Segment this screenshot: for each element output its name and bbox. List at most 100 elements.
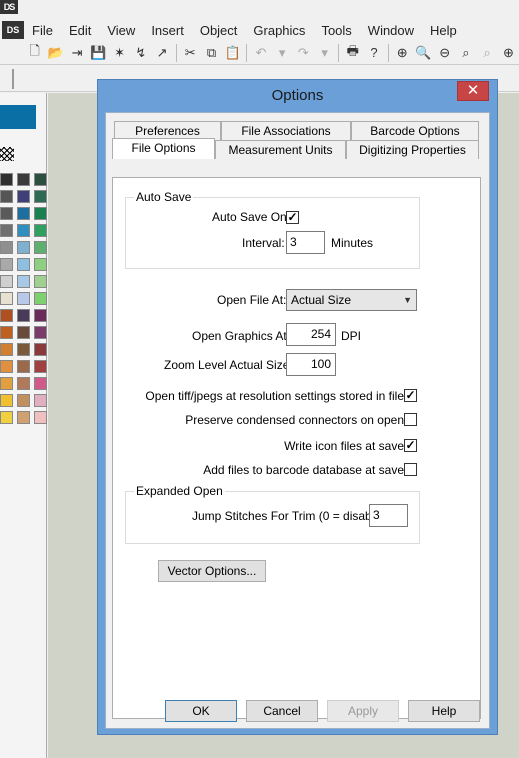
paste-icon[interactable]: 📋 (222, 43, 243, 63)
interval-input[interactable]: 3 (286, 231, 325, 254)
color-swatch[interactable] (17, 190, 30, 203)
pattern-icon[interactable] (0, 147, 14, 161)
color-swatch[interactable] (17, 224, 30, 237)
zoom-in-icon[interactable]: ⊕ (392, 43, 413, 63)
zoom-previous-icon[interactable]: ⌕ (477, 43, 498, 63)
color-swatch[interactable] (34, 343, 47, 356)
apply-button[interactable]: Apply (327, 700, 399, 722)
color-swatch[interactable] (34, 241, 47, 254)
open-tiff-resolution-checkbox[interactable]: ✓ (404, 389, 417, 402)
preserve-connectors-checkbox[interactable] (404, 413, 417, 426)
zoom-fit-icon[interactable]: ⌕ (455, 43, 476, 63)
tab-file-associations[interactable]: File Associations (221, 121, 351, 140)
jump-stitches-input[interactable]: 3 (369, 504, 408, 527)
color-swatch[interactable] (17, 275, 30, 288)
current-color-bar[interactable] (0, 105, 36, 129)
menu-window[interactable]: Window (360, 23, 422, 38)
tab-file-options[interactable]: File Options (112, 138, 215, 159)
help-icon[interactable]: ? (363, 43, 384, 63)
close-button[interactable]: ✕ (457, 81, 489, 101)
color-swatch[interactable] (17, 292, 30, 305)
color-swatch[interactable] (17, 173, 30, 186)
color-swatch[interactable] (0, 394, 13, 407)
color-swatch[interactable] (0, 411, 13, 424)
new-file-icon[interactable]: 🗋 (24, 43, 45, 63)
color-swatch[interactable] (0, 326, 13, 339)
open-folder-icon[interactable]: 📂 (45, 43, 66, 63)
tab-digitizing-properties[interactable]: Digitizing Properties (346, 140, 479, 159)
menu-insert[interactable]: Insert (143, 23, 192, 38)
color-swatch[interactable] (0, 207, 13, 220)
print-icon[interactable]: 🖶 (342, 43, 363, 63)
add-to-barcode-db-checkbox[interactable] (404, 463, 417, 476)
stitch-tool-icon[interactable]: ✶ (109, 43, 130, 63)
color-swatch[interactable] (17, 241, 30, 254)
save-icon[interactable]: 💾 (88, 43, 109, 63)
color-swatch[interactable] (0, 309, 13, 322)
color-swatch[interactable] (0, 258, 13, 271)
undo-dropdown-icon[interactable]: ▾ (272, 43, 293, 63)
color-swatch[interactable] (17, 411, 30, 424)
color-swatch[interactable] (0, 275, 13, 288)
menu-object[interactable]: Object (192, 23, 246, 38)
redo-icon[interactable]: ↷ (293, 43, 314, 63)
color-swatch[interactable] (34, 326, 47, 339)
menu-tools[interactable]: Tools (313, 23, 359, 38)
color-swatch[interactable] (34, 224, 47, 237)
redo-dropdown-icon[interactable]: ▾ (314, 43, 335, 63)
cut-icon[interactable]: ✂ (180, 43, 201, 63)
color-swatch[interactable] (0, 224, 13, 237)
menu-file[interactable]: File (24, 23, 61, 38)
needle-tool-icon[interactable]: ↯ (130, 43, 151, 63)
color-swatch[interactable] (17, 377, 30, 390)
zoom-level-input[interactable]: 100 (286, 353, 336, 376)
color-swatch[interactable] (17, 207, 30, 220)
color-swatch[interactable] (34, 360, 47, 373)
color-swatch[interactable] (34, 275, 47, 288)
menu-help[interactable]: Help (422, 23, 465, 38)
color-swatch[interactable] (34, 258, 47, 271)
color-swatch[interactable] (34, 207, 47, 220)
vector-options-button[interactable]: Vector Options... (158, 560, 266, 582)
color-swatch[interactable] (0, 360, 13, 373)
open-graphics-at-input[interactable]: 254 (286, 323, 336, 346)
color-swatch[interactable] (0, 190, 13, 203)
color-swatch[interactable] (0, 343, 13, 356)
color-swatch[interactable] (34, 173, 47, 186)
open-file-at-select[interactable]: Actual Size ▼ (286, 289, 417, 311)
write-icon-files-checkbox[interactable]: ✓ (404, 439, 417, 452)
color-swatch[interactable] (34, 377, 47, 390)
color-swatch[interactable] (0, 292, 13, 305)
color-swatch[interactable] (34, 411, 47, 424)
color-swatch[interactable] (17, 360, 30, 373)
import-icon[interactable]: ⇥ (66, 43, 87, 63)
menu-graphics[interactable]: Graphics (245, 23, 313, 38)
color-swatch[interactable] (17, 326, 30, 339)
color-swatch[interactable] (17, 309, 30, 322)
zoom-window-icon[interactable]: ⊕ (498, 43, 519, 63)
cancel-button[interactable]: Cancel (246, 700, 318, 722)
menu-view[interactable]: View (99, 23, 143, 38)
color-swatch[interactable] (34, 394, 47, 407)
help-button[interactable]: Help (408, 700, 480, 722)
menu-edit[interactable]: Edit (61, 23, 99, 38)
color-swatch[interactable] (0, 377, 13, 390)
export-icon[interactable]: ↗ (151, 43, 172, 63)
color-swatch[interactable] (34, 309, 47, 322)
document-system-menu-icon[interactable]: DS (2, 21, 24, 39)
color-swatch[interactable] (34, 292, 47, 305)
color-swatch[interactable] (17, 394, 30, 407)
tab-barcode-options[interactable]: Barcode Options (351, 121, 479, 140)
ok-button[interactable]: OK (165, 700, 237, 722)
zoom-tool-icon[interactable]: 🔍 (413, 43, 434, 63)
copy-icon[interactable]: ⧉ (201, 43, 222, 63)
color-swatch[interactable] (34, 190, 47, 203)
auto-save-on-checkbox[interactable]: ✓ (286, 211, 299, 224)
color-swatch[interactable] (17, 258, 30, 271)
color-swatch[interactable] (0, 241, 13, 254)
color-swatch[interactable] (0, 173, 13, 186)
color-swatch[interactable] (17, 343, 30, 356)
undo-icon[interactable]: ↶ (250, 43, 271, 63)
tab-measurement-units[interactable]: Measurement Units (215, 140, 346, 159)
zoom-out-icon[interactable]: ⊖ (434, 43, 455, 63)
